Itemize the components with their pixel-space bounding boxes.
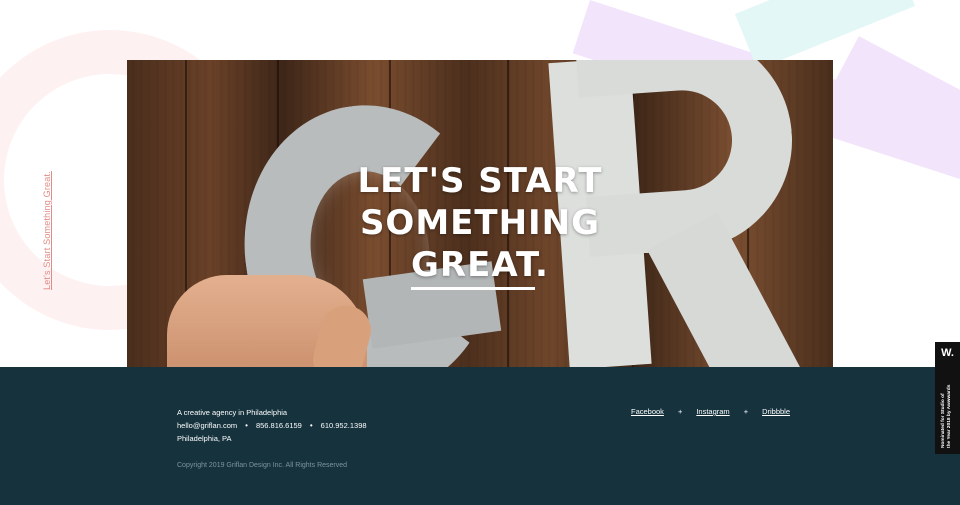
instagram-link[interactable]: Instagram bbox=[696, 407, 729, 416]
social-links: Facebook + Instagram + Dribbble bbox=[631, 407, 790, 416]
dribbble-link[interactable]: Dribbble bbox=[762, 407, 790, 416]
hero-headline: LET'S START SOMETHING GREAT. bbox=[127, 160, 833, 290]
awwwards-text: Nominated for Studio of the Year 2018 by… bbox=[941, 385, 953, 448]
copyright: Copyright 2019 Griflan Design Inc. All R… bbox=[177, 462, 348, 469]
headline-great-link[interactable]: GREAT bbox=[411, 245, 536, 290]
plus-separator: + bbox=[677, 407, 683, 416]
contact-info: A creative agency in Philadelphia hello@… bbox=[177, 406, 367, 445]
agency-tagline: A creative agency in Philadelphia bbox=[177, 408, 288, 417]
phone-link-1[interactable]: 856.816.6159 bbox=[256, 419, 302, 432]
footer: A creative agency in Philadelphia hello@… bbox=[0, 367, 960, 505]
awwwards-line-2: the Year 2018 by Awwwards bbox=[947, 384, 952, 448]
headline-line-1: LET'S START bbox=[357, 161, 603, 201]
email-link[interactable]: hello@griflan.com bbox=[177, 419, 237, 432]
headline-line-2: SOMETHING bbox=[359, 203, 601, 243]
side-contact-link[interactable]: Let's Start Something Great. bbox=[42, 171, 52, 290]
contact-row: hello@griflan.com • 856.816.6159 • 610.9… bbox=[177, 419, 367, 432]
awwwards-badge[interactable]: W. Nominated for Studio of the Year 2018… bbox=[935, 342, 960, 454]
separator-dot: • bbox=[309, 421, 313, 430]
location: Philadelphia, PA bbox=[177, 434, 232, 443]
headline-line-3: GREAT. bbox=[127, 244, 833, 290]
plus-separator: + bbox=[743, 407, 749, 416]
separator-dot: • bbox=[245, 421, 248, 430]
phone-link-2[interactable]: 610.952.1398 bbox=[321, 419, 367, 432]
hero-image: LET'S START SOMETHING GREAT. bbox=[127, 60, 833, 367]
awwwards-logo: W. bbox=[941, 347, 954, 359]
facebook-link[interactable]: Facebook bbox=[631, 407, 664, 416]
headline-period: . bbox=[535, 245, 549, 285]
